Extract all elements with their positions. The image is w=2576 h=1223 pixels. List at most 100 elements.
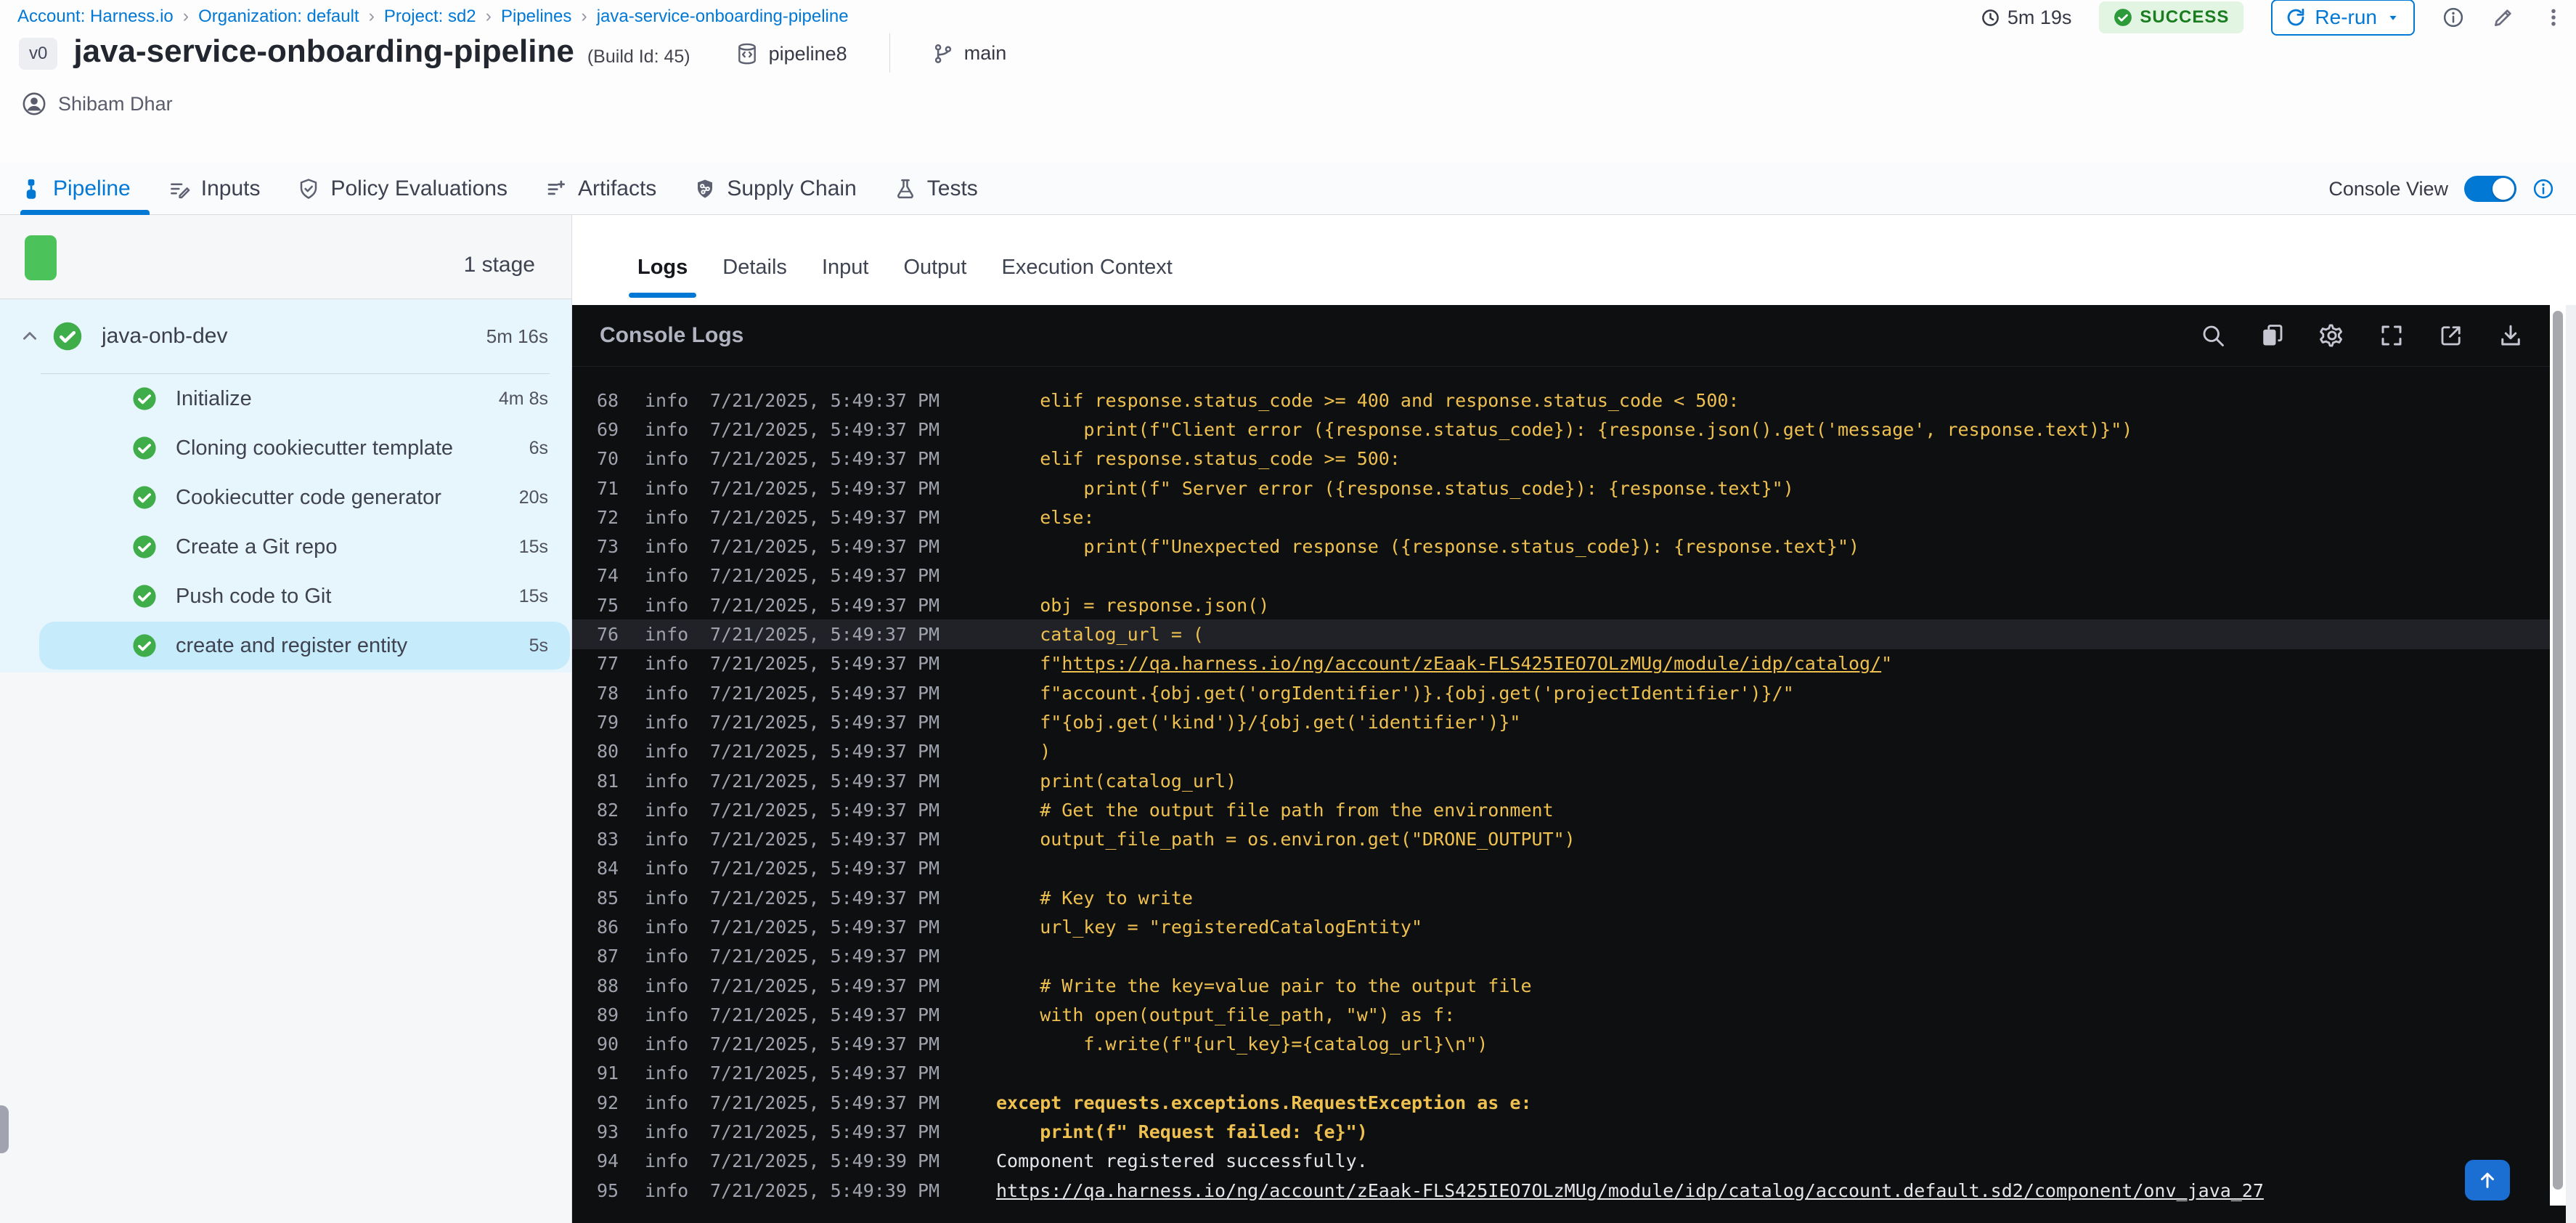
log-text: print(f"Unexpected response ({response.s…: [996, 536, 1859, 557]
console-toolbar: [2200, 322, 2524, 349]
tab-logs[interactable]: Logs: [620, 237, 705, 298]
pipeline-title-row: v0 java-service-onboarding-pipeline (Bui…: [19, 33, 1006, 73]
edit-pipeline-button[interactable]: [2492, 6, 2515, 29]
breadcrumb-link[interactable]: Project: sd2: [384, 7, 476, 27]
more-options-button[interactable]: [2543, 7, 2564, 28]
log-line-number: 85: [597, 887, 619, 909]
log-line: 75 info 7/21/2025, 5:49:37 PM obj = resp…: [572, 590, 2566, 619]
download-button[interactable]: [2498, 322, 2524, 349]
log-level: info: [645, 682, 689, 704]
log-text: catalog_url = (: [996, 624, 1204, 645]
log-link[interactable]: https://qa.harness.io/ng/account/zEaak-F…: [1061, 653, 1881, 674]
step-duration: 15s: [518, 585, 548, 606]
console-log-area: 68 info 7/21/2025, 5:49:37 PM elif respo…: [572, 367, 2566, 1223]
log-line: 79 info 7/21/2025, 5:49:37 PM f"{obj.get…: [572, 707, 2566, 736]
console-view-info-button[interactable]: [2532, 178, 2554, 200]
tab-output[interactable]: Output: [886, 237, 984, 298]
step-row[interactable]: Cookiecutter code generator 20s: [0, 473, 571, 522]
settings-button[interactable]: [2319, 322, 2345, 349]
log-tabbar: Logs Details Input Output Execution Cont…: [572, 215, 2576, 305]
tab-execution-context[interactable]: Execution Context: [985, 237, 1190, 298]
tab-inputs[interactable]: Inputs: [150, 163, 280, 214]
log-text: f"account.{obj.get('orgIdentifier')}.{ob…: [996, 683, 1794, 704]
stage-sidebar: 1 stage java-onb-dev 5m 16s Initialize 4…: [0, 215, 572, 1223]
log-timestamp: 7/21/2025, 5:49:37 PM: [710, 506, 940, 528]
log-line-number: 81: [597, 770, 619, 792]
copy-icon: [2263, 325, 2283, 346]
log-line: 92 info 7/21/2025, 5:49:37 PM except req…: [572, 1088, 2566, 1117]
step-row[interactable]: Push code to Git 15s: [0, 572, 571, 621]
console-view-toggle[interactable]: [2464, 176, 2516, 202]
log-text: obj = response.json(): [996, 595, 1269, 616]
log-line-number: 78: [597, 682, 619, 704]
flask-icon: [897, 179, 913, 198]
tab-input[interactable]: Input: [804, 237, 886, 298]
step-duration: 6s: [529, 437, 548, 458]
log-level: info: [645, 565, 689, 587]
kebab-menu-icon: [2551, 9, 2556, 26]
step-row[interactable]: create and register entity 5s: [0, 621, 571, 670]
console-view-control: Console View: [2328, 163, 2554, 215]
step-row[interactable]: Cloning cookiecutter template 6s: [0, 423, 571, 473]
log-text: # Get the output file path from the envi…: [996, 799, 1554, 821]
step-name: Cloning cookiecutter template: [176, 436, 454, 460]
log-text: f.write(f"{url_key}={catalog_url}\n"): [996, 1033, 1488, 1055]
breadcrumb-link[interactable]: Account: Harness.io: [17, 7, 174, 27]
log-timestamp: 7/21/2025, 5:49:37 PM: [710, 624, 940, 646]
log-line-number: 77: [597, 653, 619, 675]
fullscreen-button[interactable]: [2379, 322, 2405, 349]
step-row[interactable]: Initialize 4m 8s: [0, 374, 571, 423]
log-line: 69 info 7/21/2025, 5:49:37 PM print(f"Cl…: [572, 415, 2566, 444]
success-check-icon: [133, 535, 156, 558]
breadcrumb-separator: ›: [182, 6, 189, 26]
log-scrollbar-track[interactable]: [2550, 305, 2566, 1206]
log-scrollbar-thumb[interactable]: [2553, 311, 2563, 1190]
log-text-pre: except requests.exceptions.RequestExcept…: [996, 1092, 1532, 1113]
rerun-button[interactable]: Re-run: [2271, 0, 2415, 36]
log-link[interactable]: https://qa.harness.io/ng/account/zEaak-F…: [996, 1180, 2264, 1201]
log-timestamp: 7/21/2025, 5:49:37 PM: [710, 946, 940, 967]
page-scrollbar-thumb[interactable]: [0, 1105, 9, 1153]
run-duration: 5m 19s: [1981, 7, 2071, 29]
tab-artifacts[interactable]: Artifacts: [526, 163, 675, 214]
step-name: create and register entity: [176, 633, 408, 657]
log-timestamp: 7/21/2025, 5:49:37 PM: [710, 829, 940, 850]
tab-policy-evaluations[interactable]: Policy Evaluations: [279, 163, 526, 214]
log-line-number: 90: [597, 1033, 619, 1055]
copy-button[interactable]: [2259, 322, 2286, 349]
log-text-post: ": [1881, 653, 1893, 675]
tab-supply-chain[interactable]: Supply Chain: [675, 163, 875, 214]
stage-status-square[interactable]: [25, 235, 57, 280]
log-line-number: 83: [597, 829, 619, 850]
log-text-pre: Component registered successfully.: [996, 1150, 1368, 1172]
log-level: info: [645, 506, 689, 528]
tab-pipeline[interactable]: Pipeline: [20, 163, 150, 215]
run-info-button[interactable]: [2442, 7, 2464, 28]
open-in-new-button[interactable]: [2438, 322, 2464, 349]
user-name: Shibam Dhar: [58, 92, 173, 115]
stage-name: java-onb-dev: [102, 324, 228, 348]
log-text: print(f" Server error ({response.status_…: [996, 478, 1793, 499]
stage-row[interactable]: java-onb-dev 5m 16s: [0, 299, 571, 373]
step-row[interactable]: Create a Git repo 15s: [0, 522, 571, 572]
gear-icon: [2320, 324, 2343, 347]
success-check-icon: [133, 585, 156, 608]
log-text: output_file_path = os.environ.get("DRONE…: [996, 829, 1576, 850]
breadcrumb-link[interactable]: Organization: default: [198, 7, 359, 27]
log-level: info: [645, 1004, 689, 1025]
log-timestamp: 7/21/2025, 5:49:37 PM: [710, 1004, 940, 1025]
search-button[interactable]: [2200, 322, 2226, 349]
breadcrumb-link[interactable]: java-service-onboarding-pipeline: [597, 7, 849, 27]
log-text-pre: # Get the output file path from the envi…: [996, 799, 1554, 821]
scroll-to-top-button[interactable]: [2465, 1160, 2510, 1200]
log-line-number: 86: [597, 916, 619, 938]
tab-tests[interactable]: Tests: [876, 163, 997, 214]
log-level: info: [645, 536, 689, 558]
breadcrumb-link[interactable]: Pipelines: [501, 7, 571, 27]
log-line: 81 info 7/21/2025, 5:49:37 PM print(cata…: [572, 766, 2566, 795]
chevron-up-icon[interactable]: [20, 327, 39, 346]
step-duration: 15s: [518, 536, 548, 557]
log-line-number: 80: [597, 741, 619, 763]
tab-details[interactable]: Details: [705, 237, 804, 298]
branch-name: main: [963, 42, 1007, 64]
